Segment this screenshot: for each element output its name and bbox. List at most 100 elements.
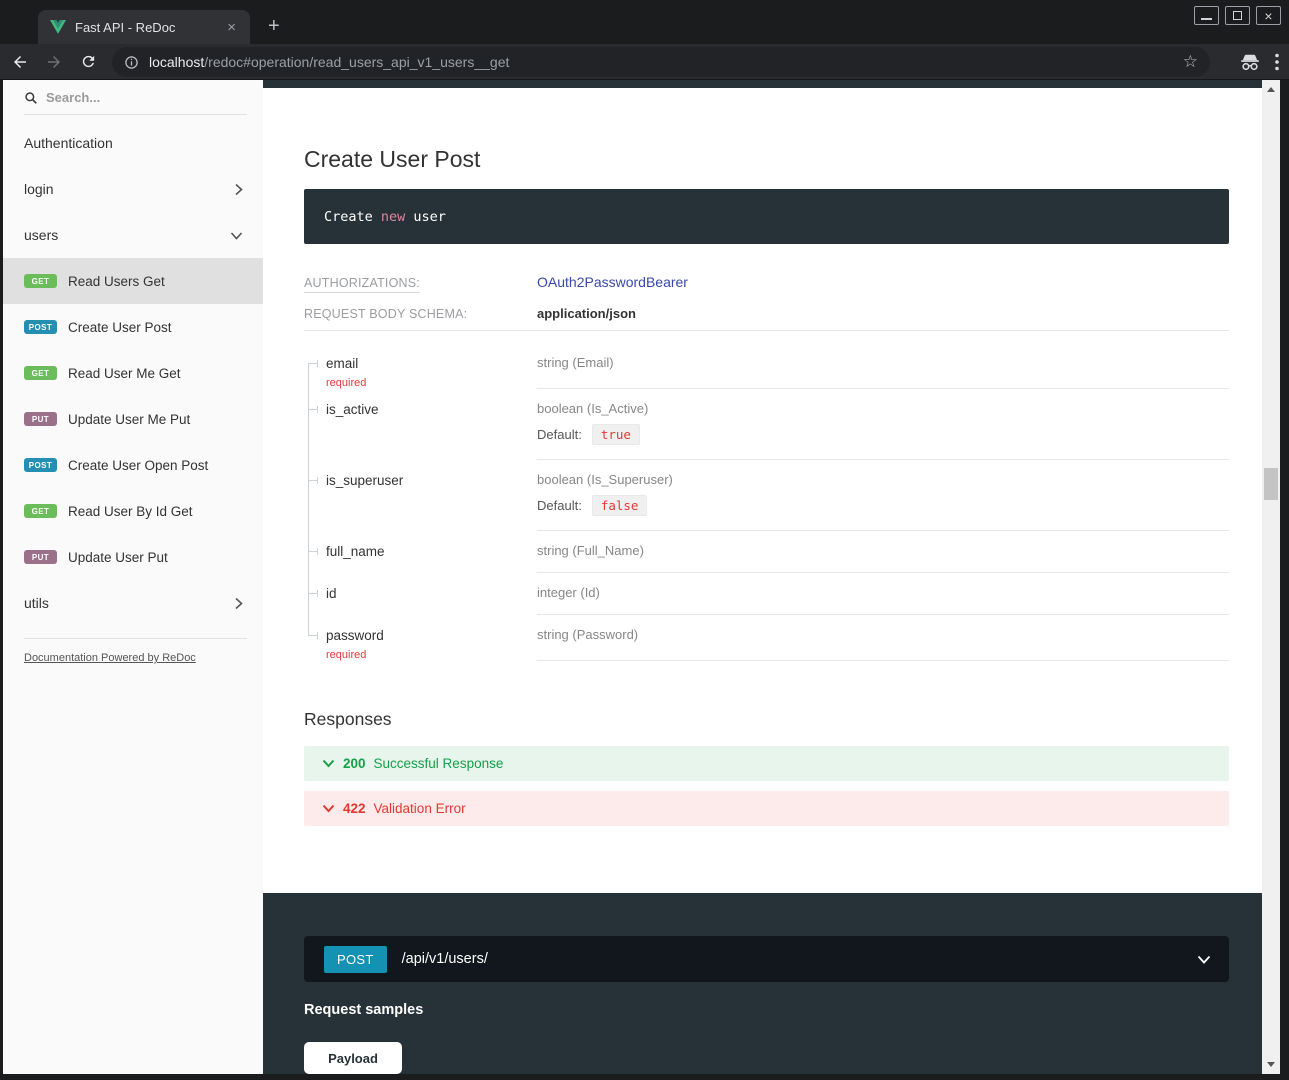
page-title: Create User Post bbox=[304, 146, 1229, 173]
method-badge-post: POST bbox=[24, 320, 57, 334]
schema-row-password: password required string (Password) bbox=[304, 615, 1229, 661]
response-label: Successful Response bbox=[374, 756, 504, 771]
chevron-down-icon bbox=[230, 231, 243, 240]
request-samples-heading: Request samples bbox=[304, 1002, 1229, 1018]
required-flag: required bbox=[326, 377, 366, 389]
method-badge-get: GET bbox=[24, 504, 57, 518]
field-name: password bbox=[326, 628, 384, 643]
default-value-chip: false bbox=[592, 495, 648, 516]
request-console-panel: POST /api/v1/users/ Request samples Payl… bbox=[263, 893, 1262, 1074]
tree-connector bbox=[304, 573, 326, 615]
menu-dots-icon[interactable] bbox=[1275, 53, 1279, 71]
default-label: Default: bbox=[537, 498, 582, 513]
sidebar-item-read-user-by-id-get[interactable]: GET Read User By Id Get bbox=[3, 488, 263, 534]
favicon-v-icon bbox=[50, 20, 66, 34]
field-name: full_name bbox=[326, 544, 385, 559]
method-badge-put: PUT bbox=[24, 412, 57, 426]
request-body-media-type: application/json bbox=[537, 306, 1229, 321]
minimize-button[interactable] bbox=[1194, 6, 1219, 25]
sidebar-item-login[interactable]: login bbox=[3, 166, 263, 212]
redoc-footer-link[interactable]: Documentation Powered by ReDoc bbox=[24, 652, 247, 664]
tab-close-icon[interactable]: × bbox=[223, 18, 240, 37]
tree-connector bbox=[304, 460, 326, 531]
default-label: Default: bbox=[537, 427, 582, 442]
sidebar-item-create-user-open-post[interactable]: POST Create User Open Post bbox=[3, 442, 263, 488]
bookmark-star-icon[interactable]: ☆ bbox=[1183, 52, 1198, 72]
search-box[interactable] bbox=[24, 90, 247, 115]
response-label: Validation Error bbox=[374, 801, 466, 816]
back-button[interactable] bbox=[6, 48, 34, 76]
field-type: boolean (Is_Active) bbox=[537, 401, 1229, 416]
scroll-up-arrow[interactable] bbox=[1267, 87, 1275, 92]
schema-row-id: id integer (Id) bbox=[304, 573, 1229, 615]
method-badge-get: GET bbox=[24, 366, 57, 380]
post-method-chip: POST bbox=[324, 946, 387, 973]
endpoint-dropdown[interactable]: POST /api/v1/users/ bbox=[304, 936, 1229, 982]
sidebar-item-read-users-get[interactable]: GET Read Users Get bbox=[3, 258, 263, 304]
scroll-down-arrow[interactable] bbox=[1267, 1062, 1275, 1067]
browser-tab[interactable]: Fast API - ReDoc × bbox=[38, 10, 250, 44]
search-icon bbox=[24, 91, 38, 105]
sidebar-item-read-user-me-get[interactable]: GET Read User Me Get bbox=[3, 350, 263, 396]
default-value-chip: true bbox=[592, 424, 640, 445]
close-window-button[interactable]: × bbox=[1256, 6, 1281, 25]
field-name: id bbox=[326, 586, 337, 601]
oauth2-link[interactable]: OAuth2PasswordBearer bbox=[537, 274, 1229, 290]
tree-connector bbox=[304, 389, 326, 460]
authorizations-label: AUTHORIZATIONS: bbox=[304, 276, 537, 290]
field-name: email bbox=[326, 356, 358, 371]
page-scrollbar[interactable] bbox=[1262, 80, 1280, 1074]
request-body-schema-label: REQUEST BODY SCHEMA: bbox=[304, 307, 537, 321]
sidebar-divider bbox=[24, 638, 247, 639]
field-type: string (Full_Name) bbox=[537, 543, 1229, 558]
response-code: 422 bbox=[343, 801, 366, 816]
incognito-icon bbox=[1239, 53, 1261, 71]
url-bar: localhost/redoc#operation/read_users_api… bbox=[0, 44, 1289, 80]
page-info-icon[interactable] bbox=[124, 55, 139, 70]
chevron-down-icon bbox=[322, 759, 335, 768]
field-type: boolean (Is_Superuser) bbox=[537, 472, 1229, 487]
maximize-button[interactable] bbox=[1225, 6, 1250, 25]
sidebar-item-authentication[interactable]: Authentication bbox=[3, 120, 263, 166]
scrollbar-thumb[interactable] bbox=[1264, 468, 1278, 500]
tab-payload[interactable]: Payload bbox=[304, 1042, 402, 1074]
previous-section-panel-edge bbox=[263, 80, 1262, 88]
url-text: localhost/redoc#operation/read_users_api… bbox=[149, 54, 1175, 70]
tree-connector bbox=[304, 531, 326, 573]
sidebar-item-utils[interactable]: utils bbox=[3, 580, 263, 626]
operation-description-panel: Create new user bbox=[304, 189, 1229, 244]
method-badge-post: POST bbox=[24, 458, 57, 472]
schema-row-is-active: is_active boolean (Is_Active) Default: tr… bbox=[304, 389, 1229, 460]
field-name: is_active bbox=[326, 402, 379, 417]
forward-button[interactable] bbox=[40, 48, 68, 76]
browser-window: Fast API - ReDoc × + × localhost/redoc#o… bbox=[0, 0, 1289, 1080]
method-badge-get: GET bbox=[24, 274, 57, 288]
field-type: string (Email) bbox=[537, 355, 1229, 370]
tree-connector bbox=[304, 343, 326, 389]
sidebar-item-update-user-put[interactable]: PUT Update User Put bbox=[3, 534, 263, 580]
required-flag: required bbox=[326, 649, 384, 661]
sidebar-item-users[interactable]: users bbox=[3, 212, 263, 258]
response-200-bar[interactable]: 200 Successful Response bbox=[304, 746, 1229, 781]
method-badge-put: PUT bbox=[24, 550, 57, 564]
chevron-down-icon bbox=[322, 804, 335, 813]
new-tab-button[interactable]: + bbox=[262, 13, 286, 40]
reload-button[interactable] bbox=[74, 48, 102, 76]
chevron-right-icon bbox=[234, 597, 243, 610]
schema-row-is-superuser: is_superuser boolean (Is_Superuser) Defa… bbox=[304, 460, 1229, 531]
schema-row-email: email required string (Email) bbox=[304, 343, 1229, 389]
sidebar-item-create-user-post[interactable]: POST Create User Post bbox=[3, 304, 263, 350]
sidebar-item-update-user-me-put[interactable]: PUT Update User Me Put bbox=[3, 396, 263, 442]
schema-table: email required string (Email) is_active bbox=[304, 343, 1229, 661]
responses-heading: Responses bbox=[304, 709, 1229, 730]
tree-connector bbox=[304, 615, 326, 661]
address-input[interactable]: localhost/redoc#operation/read_users_api… bbox=[112, 47, 1210, 77]
response-422-bar[interactable]: 422 Validation Error bbox=[304, 791, 1229, 826]
schema-row-full-name: full_name string (Full_Name) bbox=[304, 531, 1229, 573]
chevron-down-icon bbox=[1197, 955, 1211, 964]
field-type: integer (Id) bbox=[537, 585, 1229, 600]
field-name: is_superuser bbox=[326, 473, 403, 488]
field-type: string (Password) bbox=[537, 627, 1229, 642]
tab-title: Fast API - ReDoc bbox=[75, 20, 223, 35]
search-input[interactable] bbox=[46, 90, 206, 105]
